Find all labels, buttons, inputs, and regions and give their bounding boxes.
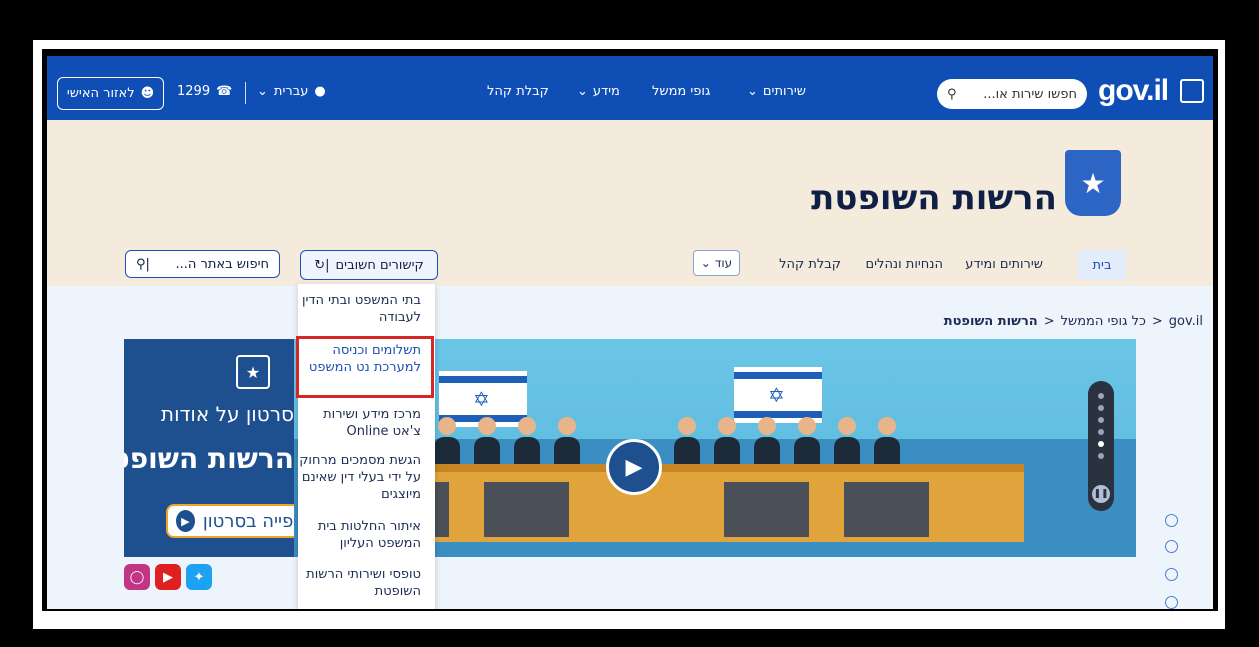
hero-banner: ★ סרטון על אודות הרשות השופטת ▶ צפייה בס…	[124, 339, 1136, 557]
hero-line-2: הרשות השופטת	[124, 442, 294, 475]
twitter-icon[interactable]: ✦	[186, 564, 212, 590]
judges-bench	[334, 464, 1024, 542]
tab-guidelines[interactable]: הנחיות ונהלים	[866, 257, 943, 272]
language-selector[interactable]: ● עברית ⌄	[257, 84, 326, 99]
tab-reception[interactable]: קבלת קהל	[779, 257, 841, 272]
menu-item-info-center[interactable]: מרכז מידע ושירות צ'אט Online	[298, 406, 435, 440]
chevron-down-icon: ⌄	[257, 84, 268, 99]
judge-figure	[514, 417, 540, 467]
phone-number[interactable]: 1299 ☎	[177, 84, 232, 99]
judge-figure	[874, 417, 900, 467]
nav-item-gov-bodies[interactable]: גופי ממשל	[652, 84, 710, 99]
breadcrumb-item[interactable]: כל גופי הממשל	[1061, 314, 1146, 329]
israel-flag-icon: ✡	[734, 367, 822, 423]
cta-label: צפייה בסרטון	[202, 510, 304, 532]
site-search-placeholder: חיפוש באתר ה...	[175, 256, 269, 272]
important-links-button[interactable]: קישורים חשובים |↻	[300, 250, 438, 280]
nav-item-label: קבלת קהל	[487, 84, 549, 99]
my-area-label: לאזור האישי	[66, 86, 135, 101]
my-area-button[interactable]: ☻ לאזור האישי	[57, 77, 164, 110]
page-title: הרשות השופטת	[811, 178, 1057, 218]
breadcrumb-current: הרשות השופטת	[943, 314, 1038, 329]
judge-figure	[834, 417, 860, 467]
page-nav-dot[interactable]	[1165, 540, 1178, 553]
pause-icon[interactable]: ❚❚	[1092, 485, 1110, 503]
breadcrumb-item[interactable]: gov.il	[1169, 314, 1203, 329]
chevron-down-icon: ⌄	[747, 84, 758, 99]
judge-figure	[434, 417, 460, 467]
breadcrumb: gov.il < כל גופי הממשל < הרשות השופטת	[944, 314, 1203, 329]
menu-item-remote-filing[interactable]: הגשת מסמכים מרחוק על ידי בעלי דין שאינם …	[298, 452, 435, 503]
play-icon: ▶	[176, 510, 195, 532]
search-icon: ⚲	[947, 86, 957, 102]
tab-services-info[interactable]: שירותים ומידע	[965, 257, 1043, 272]
social-links: ◯ ▶ ✦	[124, 564, 212, 590]
tab-home[interactable]: בית	[1078, 250, 1126, 280]
nav-item-label: שירותים	[762, 84, 806, 99]
links-label: קישורים חשובים	[335, 257, 424, 273]
language-label: עברית	[273, 84, 309, 99]
hero-line-1: סרטון על אודות	[160, 402, 294, 426]
globe-icon: ●	[314, 84, 326, 99]
page-nav-dot[interactable]	[1165, 514, 1178, 527]
emblem-icon: ★	[236, 355, 270, 389]
menorah-emblem-icon: ★	[1065, 150, 1121, 216]
phone-icon: ☎	[216, 84, 233, 99]
nav-item-info[interactable]: מידע ⌄	[577, 84, 620, 99]
highlight-box	[296, 336, 434, 398]
carousel-controls: ❚❚	[1088, 381, 1114, 511]
chevron-left-icon: <	[1043, 314, 1055, 329]
hero-text-panel: ★ סרטון על אודות הרשות השופטת ▶ צפייה בס…	[124, 339, 306, 557]
youtube-icon[interactable]: ▶	[155, 564, 181, 590]
instagram-icon[interactable]: ◯	[124, 564, 150, 590]
menu-item-courts[interactable]: בתי המשפט ובתי הדין לעבודה	[298, 292, 435, 326]
watch-video-button[interactable]: ▶ צפייה בסרטון	[166, 504, 306, 538]
more-label: עוד	[714, 256, 733, 270]
global-search-input[interactable]: חפשו שירות או... ⚲	[937, 79, 1087, 109]
judge-figure	[474, 417, 500, 467]
browser-page: ☻ לאזור האישי 1299 ☎ ● עברית ⌄ קבלת קהל …	[47, 56, 1213, 609]
nav-item-label: גופי ממשל	[652, 84, 711, 99]
site-search-input[interactable]: חיפוש באתר ה... |⚲	[125, 250, 280, 278]
judge-figure	[674, 417, 700, 467]
page-nav-dot[interactable]	[1165, 568, 1178, 581]
menu-item-supreme-decisions[interactable]: איתור החלטות בית המשפט העליון	[298, 518, 435, 552]
menu-item-forms[interactable]: טופסי ושירותי הרשות השופטת	[298, 566, 435, 600]
important-links-menu: בתי המשפט ובתי הדין לעבודה תשלומים וכניס…	[298, 284, 435, 609]
judge-figure	[714, 417, 740, 467]
nav-item-label: מידע	[592, 84, 620, 99]
tab-label: בית	[1092, 257, 1112, 273]
link-icon: |↻	[314, 257, 330, 273]
search-placeholder: חפשו שירות או...	[983, 86, 1077, 102]
chevron-down-icon: ⌄	[700, 256, 711, 270]
nav-item-services[interactable]: שירותים ⌄	[747, 84, 806, 99]
more-dropdown-button[interactable]: עוד ⌄	[693, 250, 740, 276]
gov-il-logo[interactable]: gov.il	[1098, 74, 1169, 108]
chevron-down-icon: ⌄	[577, 84, 588, 99]
page-nav-dot[interactable]	[1165, 596, 1178, 609]
divider	[245, 82, 246, 104]
judge-figure	[754, 417, 780, 467]
state-emblem-icon	[1180, 79, 1204, 103]
chevron-left-icon: <	[1151, 314, 1163, 329]
judge-figure	[554, 417, 580, 467]
user-icon: ☻	[140, 86, 155, 101]
phone-label: 1299	[177, 84, 211, 99]
nav-item-reception[interactable]: קבלת קהל	[487, 84, 549, 99]
judge-figure	[794, 417, 820, 467]
site-header: ★ הרשות השופטת בית שירותים ומידע הנחיות …	[47, 120, 1213, 286]
top-navigation: ☻ לאזור האישי 1299 ☎ ● עברית ⌄ קבלת קהל …	[47, 56, 1213, 120]
search-icon: |⚲	[136, 256, 150, 272]
video-play-button[interactable]: ▶	[606, 439, 662, 495]
